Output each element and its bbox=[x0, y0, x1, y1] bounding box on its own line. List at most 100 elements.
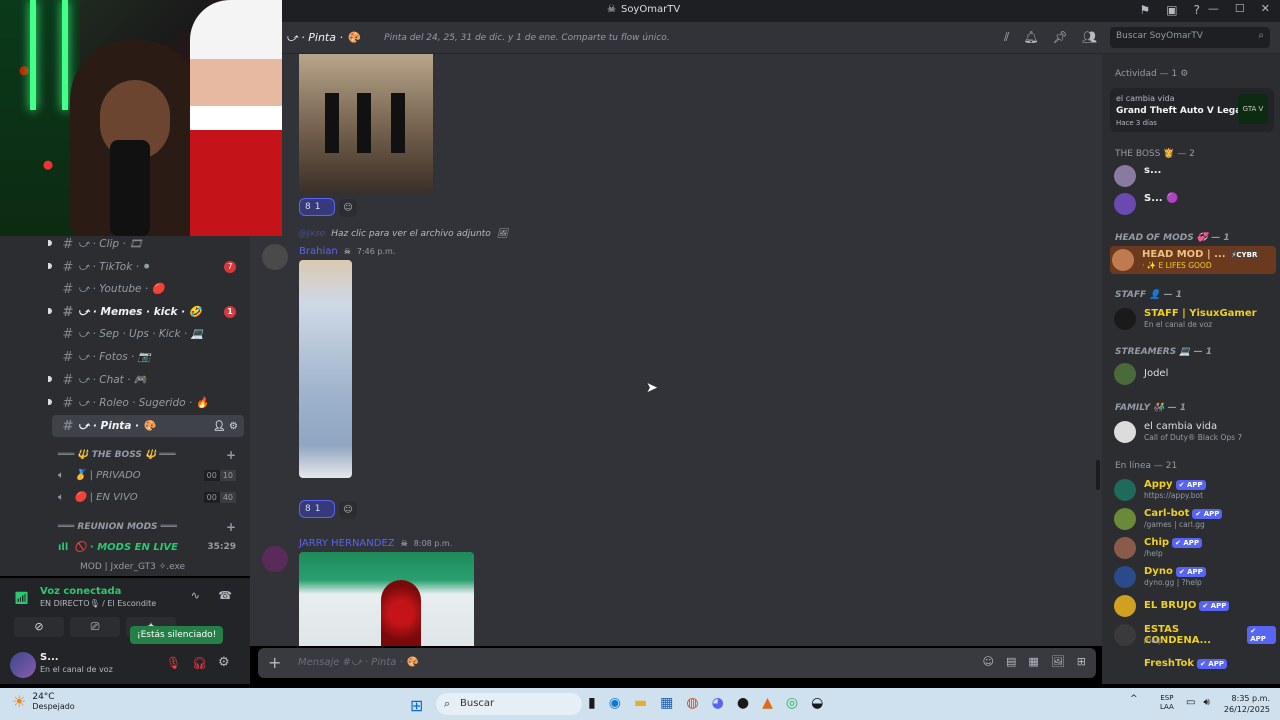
scrollbar[interactable] bbox=[1096, 460, 1100, 490]
category-the-boss[interactable]: ═══ 🔱 THE BOSS 🔱 ═══ + bbox=[58, 448, 244, 462]
member-item[interactable]: el cambia vida Call of Duty® Black Ops 7 bbox=[1112, 418, 1276, 446]
bell-icon[interactable]: 🔔︎ bbox=[1023, 30, 1038, 45]
obs-icon[interactable]: ● bbox=[737, 695, 749, 711]
maximize-button[interactable]: ☐ bbox=[1235, 2, 1245, 15]
pin-icon[interactable]: 📌︎ bbox=[1053, 30, 1068, 45]
voice-channel-privado[interactable]: 🔈︎ 🥇 | PRIVADO 00 10 bbox=[58, 465, 242, 485]
reaction[interactable]: 81 bbox=[299, 198, 335, 216]
invite-settings-icons[interactable]: 👤︎ ⚙ bbox=[213, 421, 238, 432]
hash-icon: # bbox=[62, 418, 74, 434]
system-tray: ^ bbox=[1130, 694, 1138, 704]
gear-icon[interactable]: ⚙ bbox=[218, 655, 230, 670]
message-reply[interactable]: @Jxse Haz clic para ver el archivo adjun… bbox=[298, 229, 508, 239]
headphones-muted-icon[interactable]: 🎧︎ bbox=[192, 656, 207, 670]
weather-widget[interactable]: ☀ 24°C Despejado bbox=[12, 692, 75, 711]
close-button[interactable]: ✕ bbox=[1261, 2, 1270, 15]
member-item[interactable]: STAFF | YisuxGamer En el canal de voz bbox=[1112, 305, 1276, 333]
message-list[interactable]: 81 ☺ @Jxse Haz clic para ver el archivo … bbox=[250, 54, 1102, 646]
app-icon[interactable]: ▲ bbox=[762, 695, 773, 711]
avatar bbox=[1114, 566, 1136, 588]
avatar[interactable] bbox=[262, 244, 288, 270]
avatar[interactable] bbox=[262, 546, 288, 572]
member-item[interactable]: FreshTok ✔ APP bbox=[1112, 650, 1276, 678]
chevron-up-icon[interactable]: ^ bbox=[1130, 694, 1138, 704]
threads-icon[interactable]: ⫽ bbox=[1004, 30, 1009, 45]
member-item[interactable]: EL BRUJO ✔ APP bbox=[1112, 592, 1276, 620]
spotify-icon[interactable]: ◎ bbox=[786, 695, 798, 711]
language-indicator[interactable]: ESP LAA bbox=[1160, 694, 1174, 712]
add-reaction-icon[interactable]: ☺ bbox=[339, 501, 357, 519]
network-icon[interactable]: ▭ bbox=[1186, 697, 1195, 708]
channel-topic[interactable]: Pinta del 24, 25, 31 de dic. y 1 de ene.… bbox=[384, 33, 669, 43]
avatar[interactable] bbox=[10, 652, 36, 678]
message-composer[interactable]: + Mensaje #⤻ · Pinta · 🎨 ☺ ▤ ▦ 🖼︎ ⊞ bbox=[258, 648, 1096, 678]
discord-icon[interactable]: ◕ bbox=[712, 695, 724, 711]
taskbar-search[interactable]: ⌕ Buscar bbox=[436, 693, 582, 715]
windows-start-icon[interactable]: ⊞ bbox=[410, 696, 423, 715]
emoji-icon[interactable]: ☺ bbox=[983, 655, 994, 668]
member-item[interactable]: Carl-bot ✔ APP/games | carl.gg bbox=[1112, 505, 1276, 533]
channel-tiktok[interactable]: # ⤻ · TikTok · ⚫ 7 bbox=[52, 256, 244, 278]
channel-clip[interactable]: # ⤻ · Clip · 🎞 bbox=[52, 233, 244, 255]
member-item[interactable]: HEAD MOD | ... ⚡CYBR · ✨ E LIFES GOOD bbox=[1110, 246, 1276, 274]
minimize-button[interactable]: — bbox=[1208, 2, 1219, 15]
chrome-icon[interactable]: ◍ bbox=[686, 695, 698, 711]
inbox-icon[interactable]: ⚑ bbox=[1140, 3, 1151, 17]
member-item[interactable]: Dyno ✔ APP dyno.gg | ?help bbox=[1112, 563, 1276, 591]
edge-icon[interactable]: ◉ bbox=[609, 695, 621, 711]
channel-memes[interactable]: # ⤻ · Memes · kick · 🤣 1 bbox=[52, 301, 244, 323]
channel-setups[interactable]: # ⤻ · Sep · Ups · Kick · 💻 bbox=[52, 323, 244, 345]
member-item[interactable]: Chip ✔ APP/help bbox=[1112, 534, 1276, 562]
plus-icon[interactable]: + bbox=[226, 520, 236, 534]
gif-icon[interactable]: ▤ bbox=[1006, 655, 1016, 668]
activity-card[interactable]: el cambia vida Grand Theft Auto V Legacy… bbox=[1110, 88, 1274, 132]
channel-chat[interactable]: # ⤻ · Chat · 🎮 bbox=[52, 369, 244, 391]
monitor-icon[interactable]: ▣ bbox=[1166, 3, 1177, 17]
search-input[interactable]: Buscar SoyOmarTV ⌕ bbox=[1110, 27, 1270, 48]
avatar bbox=[1114, 165, 1136, 187]
avatar bbox=[1114, 624, 1136, 646]
channel-fotos[interactable]: # ⤻ · Fotos · 📷 bbox=[52, 346, 244, 368]
disconnect-icon[interactable]: ☎ bbox=[218, 589, 232, 602]
image-icon[interactable]: 🖼︎ bbox=[1051, 655, 1065, 668]
add-reaction-icon[interactable]: ☺ bbox=[339, 199, 357, 217]
sun-icon: ☀ bbox=[12, 692, 27, 711]
attach-plus-icon[interactable]: + bbox=[268, 653, 281, 672]
image-attachment[interactable] bbox=[299, 54, 433, 193]
mic-muted-icon[interactable]: 🎙︎ bbox=[166, 656, 181, 670]
voice-user[interactable]: MOD | Jxder_GT3 ✧.exe bbox=[80, 562, 244, 572]
store-icon[interactable]: ▦ bbox=[660, 695, 673, 711]
member-item[interactable]: Appy ✔ APP https://appy.bot bbox=[1112, 476, 1276, 504]
channel-youtube[interactable]: # ⤻ · Youtube · 🔴 bbox=[52, 278, 244, 300]
message-input[interactable]: Mensaje #⤻ · Pinta · 🎨 bbox=[298, 657, 418, 668]
image-attachment[interactable] bbox=[299, 552, 474, 646]
clock[interactable]: 8:35 p.m. 26/12/2025 bbox=[1216, 693, 1270, 715]
voice-channel-mods-en-live[interactable]: ıll 🚫 · MODS EN LIVE 35:29 bbox=[58, 537, 242, 557]
help-icon[interactable]: ? bbox=[1194, 3, 1200, 17]
sticker-icon[interactable]: ▦ bbox=[1028, 655, 1038, 668]
screen-share-button[interactable]: ⎚ bbox=[70, 617, 120, 637]
message-header: JARRY HERNANDEZ ☠ 8:08 p.m. bbox=[299, 538, 453, 549]
member-item[interactable]: ESTAS CONDENA... ✔ APP/help bbox=[1112, 621, 1276, 649]
channel-pinta[interactable]: # ⤻ · Pinta · 🎨 👤︎ ⚙ bbox=[52, 415, 244, 437]
member-item[interactable]: s... bbox=[1112, 162, 1276, 190]
channel-roleo[interactable]: # ⤻ · Roleo · Sugerido · 🔥 bbox=[52, 392, 244, 414]
members-icon[interactable]: 👥︎ bbox=[1082, 30, 1097, 45]
composer-tools: ☺ ▤ ▦ 🖼︎ ⊞ bbox=[983, 655, 1086, 668]
image-attachment[interactable] bbox=[299, 260, 352, 478]
camera-button[interactable]: ⊘ bbox=[14, 617, 64, 637]
reaction[interactable]: 81 bbox=[299, 500, 335, 518]
task-view-icon[interactable]: ▮ bbox=[588, 695, 596, 711]
muted-toast: ¡Estás silenciado! bbox=[130, 626, 224, 644]
voice-channel-en-vivo[interactable]: 🔈︎ 🔴 | EN VIVO 00 40 bbox=[58, 487, 242, 507]
folder-icon[interactable]: ▬ bbox=[634, 695, 647, 711]
steam-icon[interactable]: ◒ bbox=[811, 695, 823, 711]
signal-icon[interactable]: 📶︎ bbox=[14, 591, 29, 605]
noise-suppression-icon[interactable]: ∿ bbox=[191, 589, 200, 602]
apps-icon[interactable]: ⊞ bbox=[1077, 655, 1086, 668]
category-reunion-mods[interactable]: ═══ REUNION MODS ═══ + bbox=[58, 520, 244, 534]
member-item[interactable]: S... 🟣 bbox=[1112, 190, 1276, 218]
plus-icon[interactable]: + bbox=[226, 448, 236, 462]
member-item[interactable]: Jodel bbox=[1112, 360, 1276, 388]
volume-icon[interactable]: 🔊︎ bbox=[1203, 697, 1209, 708]
